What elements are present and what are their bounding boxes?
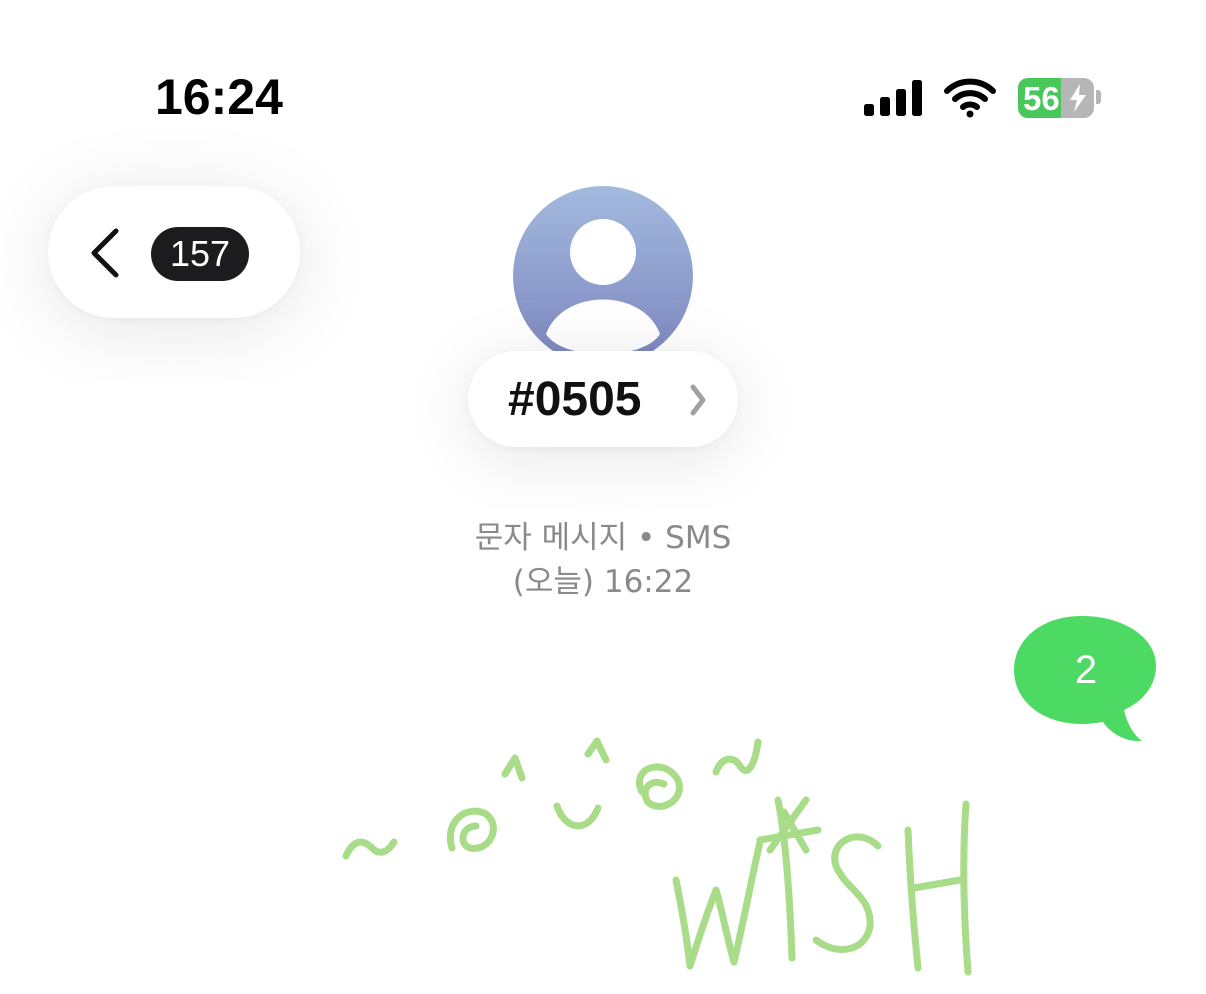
- service-label: 문자 메시지 • SMS: [474, 520, 732, 556]
- contact-name[interactable]: #0505: [508, 372, 641, 427]
- wifi-icon: [944, 78, 996, 118]
- battery-nub: [1096, 90, 1101, 104]
- battery-indicator: 56: [1018, 78, 1094, 118]
- chevron-left-icon[interactable]: [88, 228, 124, 278]
- status-bar: 16:24 56: [0, 0, 1206, 150]
- unread-count-badge[interactable]: 157: [151, 227, 249, 281]
- chevron-right-icon[interactable]: [688, 383, 708, 417]
- contact-avatar[interactable]: [513, 186, 693, 366]
- battery-level: 56: [1023, 80, 1060, 117]
- cellular-signal-icon: [864, 80, 922, 116]
- status-time: 16:24: [155, 69, 283, 125]
- bolt-icon: [1070, 84, 1086, 112]
- message-text[interactable]: 2: [1014, 648, 1158, 693]
- person-silhouette-icon: [546, 219, 660, 355]
- conversation-timestamp: (오늘) 16:22: [512, 564, 694, 600]
